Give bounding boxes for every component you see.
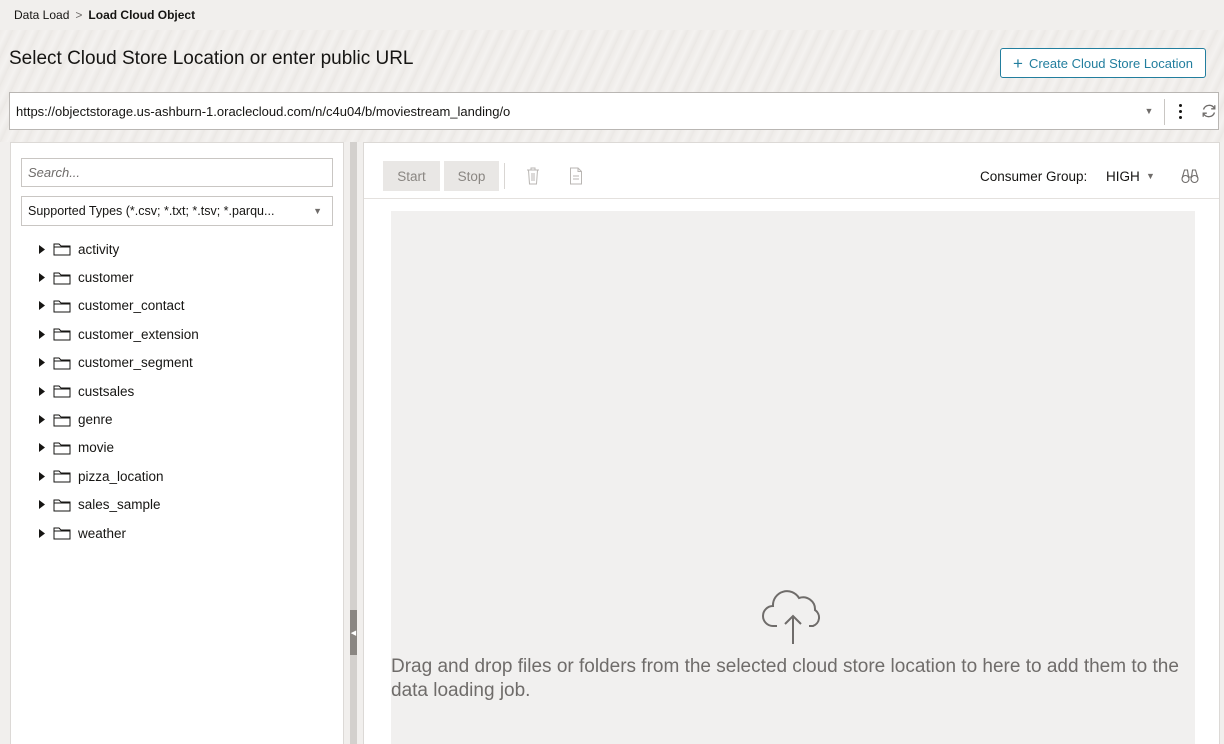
- cloud-upload-icon: [762, 590, 820, 644]
- consumer-group-label: Consumer Group:: [980, 169, 1088, 184]
- folder-icon: [53, 243, 71, 256]
- folder-label: customer_extension: [78, 326, 199, 342]
- drop-zone[interactable]: Drag and drop files or folders from the …: [391, 211, 1195, 744]
- plus-icon: +: [1013, 53, 1023, 73]
- page-title: Select Cloud Store Location or enter pub…: [9, 48, 414, 69]
- url-divider: [1164, 99, 1165, 125]
- breadcrumb-separator: >: [75, 8, 83, 22]
- expand-arrow-icon[interactable]: [37, 329, 47, 339]
- folder-label: activity: [78, 241, 120, 257]
- tree-item-custsales[interactable]: custsales: [37, 377, 337, 405]
- tree-item-movie[interactable]: movie: [37, 434, 337, 462]
- folder-icon: [53, 499, 71, 512]
- folder-icon: [53, 385, 71, 398]
- chevron-down-icon: ▼: [313, 206, 322, 216]
- tree-item-activity[interactable]: activity: [37, 235, 337, 263]
- expand-arrow-icon[interactable]: [37, 301, 47, 311]
- expand-arrow-icon[interactable]: [37, 500, 47, 510]
- refresh-icon[interactable]: [1199, 101, 1219, 121]
- stop-button[interactable]: Stop: [444, 161, 499, 191]
- collapse-left-icon: ◀: [350, 629, 357, 637]
- folder-tree: activity customer customer_contact custo…: [37, 235, 337, 547]
- folder-icon: [53, 300, 71, 313]
- url-bar: ▼: [9, 92, 1219, 130]
- tree-item-customer-extension[interactable]: customer_extension: [37, 320, 337, 348]
- search-input[interactable]: [21, 158, 333, 187]
- start-button[interactable]: Start: [383, 161, 440, 191]
- breadcrumb-data-load[interactable]: Data Load: [14, 8, 69, 22]
- chevron-down-icon[interactable]: ▼: [1140, 102, 1158, 120]
- tree-item-customer-contact[interactable]: customer_contact: [37, 292, 337, 320]
- tree-item-genre[interactable]: genre: [37, 405, 337, 433]
- folder-icon: [53, 442, 71, 455]
- folder-label: genre: [78, 412, 113, 428]
- folder-icon: [53, 272, 71, 285]
- folder-label: customer: [78, 270, 134, 286]
- folder-label: weather: [78, 525, 127, 541]
- toolbar-divider: [504, 163, 505, 189]
- supported-types-select[interactable]: Supported Types (*.csv; *.txt; *.tsv; *.…: [21, 196, 333, 226]
- more-options-icon[interactable]: [1172, 101, 1188, 121]
- folder-label: movie: [78, 440, 115, 456]
- folder-icon: [53, 470, 71, 483]
- folder-icon: [53, 527, 71, 540]
- expand-arrow-icon[interactable]: [37, 528, 47, 538]
- folder-icon: [53, 328, 71, 341]
- cloud-store-browser: Supported Types (*.csv; *.txt; *.tsv; *.…: [10, 142, 344, 744]
- load-job-panel: Start Stop Consumer Group: HIGH ▼ Drag a…: [363, 142, 1220, 744]
- expand-arrow-icon[interactable]: [37, 386, 47, 396]
- expand-arrow-icon[interactable]: [37, 415, 47, 425]
- create-button-label: Create Cloud Store Location: [1028, 55, 1193, 71]
- expand-arrow-icon[interactable]: [37, 471, 47, 481]
- breadcrumb: Data Load > Load Cloud Object: [14, 8, 195, 22]
- expand-arrow-icon[interactable]: [37, 358, 47, 368]
- folder-label: sales_sample: [78, 497, 161, 513]
- load-job-toolbar: Start Stop Consumer Group: HIGH ▼: [364, 143, 1219, 199]
- drop-zone-text: Drag and drop files or folders from the …: [391, 656, 1179, 701]
- trash-icon[interactable]: [524, 166, 542, 186]
- tree-item-customer[interactable]: customer: [37, 263, 337, 291]
- tree-item-pizza-location[interactable]: pizza_location: [37, 462, 337, 490]
- folder-label: custsales: [78, 383, 135, 399]
- supported-types-value: Supported Types (*.csv; *.txt; *.tsv; *.…: [28, 204, 275, 218]
- expand-arrow-icon[interactable]: [37, 273, 47, 283]
- folder-icon: [53, 357, 71, 370]
- folder-icon: [53, 414, 71, 427]
- folder-label: customer_segment: [78, 355, 193, 371]
- tree-item-sales-sample[interactable]: sales_sample: [37, 491, 337, 519]
- collapse-handle[interactable]: ◀: [350, 610, 357, 655]
- create-cloud-store-location-button[interactable]: + Create Cloud Store Location: [1000, 48, 1206, 78]
- tree-item-customer-segment[interactable]: customer_segment: [37, 349, 337, 377]
- folder-label: customer_contact: [78, 298, 185, 314]
- binoculars-icon[interactable]: [1180, 166, 1200, 186]
- url-input[interactable]: [16, 93, 1126, 129]
- chevron-down-icon[interactable]: ▼: [1146, 171, 1155, 181]
- expand-arrow-icon[interactable]: [37, 443, 47, 453]
- breadcrumb-current: Load Cloud Object: [88, 8, 196, 22]
- folder-label: pizza_location: [78, 468, 164, 484]
- consumer-group-value[interactable]: HIGH: [1106, 169, 1140, 184]
- expand-arrow-icon[interactable]: [37, 244, 47, 254]
- tree-item-weather[interactable]: weather: [37, 519, 337, 547]
- document-icon[interactable]: [567, 166, 585, 186]
